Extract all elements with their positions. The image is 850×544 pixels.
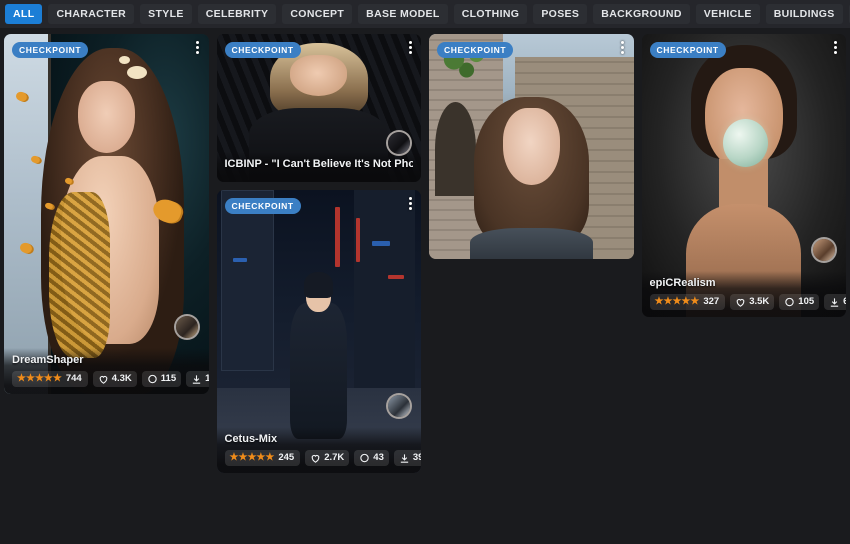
category-nav-bar: ALL CHARACTER STYLE CELEBRITY CONCEPT BA…: [0, 0, 850, 28]
downloads-count: 62K: [843, 296, 846, 307]
heart-icon: [98, 374, 109, 385]
more-vertical-icon[interactable]: [408, 197, 412, 210]
model-card-icbinp[interactable]: CHECKPOINT ICBINP - "I Can't Believe It'…: [216, 34, 421, 182]
card-meta: Cetus-Mix ★ ★ ★ ★ ★ 245 2.7K 43 39: [216, 427, 421, 473]
card-meta: ICBINP - "I Can't Believe It's Not Photo…: [216, 152, 421, 182]
heart-icon: [735, 297, 746, 308]
rating-pill: ★ ★ ★ ★ ★ 327: [649, 294, 726, 310]
likes-pill: 3.5K: [730, 294, 775, 310]
likes-pill: 4.3K: [92, 371, 137, 387]
card-thumbnail: CHECKPOINT DreamShaper ★ ★ ★ ★ ★ 744 4.3K: [4, 34, 209, 394]
nav-tab-vehicle[interactable]: VEHICLE: [695, 4, 760, 24]
nav-tab-concept[interactable]: CONCEPT: [282, 4, 353, 24]
card-thumbnail: CHECKPOINT Cetus-Mix ★★★★★ 245 2.7K: [216, 190, 421, 473]
star-icon: ★ ★ ★ ★ ★: [17, 373, 62, 384]
more-vertical-icon[interactable]: [833, 41, 837, 54]
more-vertical-icon[interactable]: [196, 41, 200, 54]
card-stats: ★★★★★ 744 4.3K 115 106K: [12, 371, 209, 387]
downloads-pill: 39K: [393, 450, 421, 466]
comment-icon: [359, 453, 370, 464]
downloads-pill: 62K: [824, 294, 846, 310]
rating-count: 245: [278, 452, 295, 463]
likes-pill: 2.7K: [305, 450, 350, 466]
nav-tab-style[interactable]: STYLE: [140, 4, 192, 24]
avatar[interactable]: [386, 393, 412, 419]
card-title: Cetus-Mix: [224, 433, 278, 445]
heart-icon: [310, 453, 321, 464]
card-meta: DreamShaper ★ ★ ★ ★ ★ 744 4.3K 115 1: [4, 348, 209, 394]
rating-count: 744: [65, 373, 82, 384]
download-icon: [829, 297, 840, 308]
model-card-dreamshaper[interactable]: CHECKPOINT DreamShaper ★ ★ ★ ★ ★ 744 4.3K: [4, 34, 209, 394]
comment-icon: [147, 374, 158, 385]
card-thumbnail: CHECKPOINT ICBINP - "I Can't Believe It'…: [216, 34, 421, 182]
more-vertical-icon[interactable]: [408, 41, 412, 54]
card-title: epiCRealism: [649, 277, 716, 289]
avatar[interactable]: [811, 237, 837, 263]
model-card-grid: CHECKPOINT DreamShaper ★ ★ ★ ★ ★ 744 4.3K: [0, 28, 850, 544]
card-artwork: [429, 34, 634, 259]
likes-count: 3.5K: [749, 296, 770, 307]
nav-tab-all[interactable]: ALL: [5, 4, 43, 24]
nav-tab-celebrity[interactable]: CELEBRITY: [197, 4, 277, 24]
card-title: ICBINP - "I Can't Believe It's Not Photo…: [224, 158, 414, 170]
card-meta: epiCRealism ★ ★ ★ ★ ★ 327 3.5K 105 6: [641, 271, 846, 317]
card-thumbnail: CHECKPOINT: [429, 34, 634, 259]
comments-count: 43: [373, 452, 384, 463]
card-badge-checkpoint: CHECKPOINT: [649, 42, 726, 58]
comments-pill: 105: [779, 294, 820, 310]
download-icon: [399, 453, 410, 464]
star-icon: ★ ★ ★ ★ ★: [654, 296, 700, 307]
nav-tab-buildings[interactable]: BUILDINGS: [765, 4, 843, 24]
rating-pill: ★ ★ ★ ★ ★ 245: [224, 450, 301, 466]
download-icon: [191, 374, 202, 385]
comments-pill: 115: [141, 371, 182, 387]
model-card-castle-girl[interactable]: CHECKPOINT: [429, 34, 634, 259]
card-title: DreamShaper: [12, 354, 84, 366]
comments-count: 115: [160, 373, 177, 384]
nav-tab-background[interactable]: BACKGROUND: [593, 4, 690, 24]
comment-icon: [784, 297, 795, 308]
card-badge-checkpoint: CHECKPOINT: [224, 42, 301, 58]
downloads-count: 106K: [205, 373, 209, 384]
rating-count: 327: [703, 296, 720, 307]
more-vertical-icon[interactable]: [621, 41, 625, 54]
downloads-count: 39K: [412, 452, 421, 463]
comments-pill: 43: [354, 450, 389, 466]
card-artwork: [4, 34, 209, 394]
card-badge-checkpoint: CHECKPOINT: [224, 198, 301, 214]
likes-count: 4.3K: [111, 373, 132, 384]
model-card-cetus-mix[interactable]: CHECKPOINT Cetus-Mix ★★★★★ 245 2.7K: [216, 190, 421, 473]
card-thumbnail: CHECKPOINT epiCRealism ★ ★ ★ ★ ★ 327 3.5K: [641, 34, 846, 317]
nav-tab-base-model[interactable]: BASE MODEL: [358, 4, 448, 24]
card-stats: ★★★★★ 327 3.5K 105 62K: [649, 294, 846, 310]
nav-tab-clothing[interactable]: CLOTHING: [453, 4, 528, 24]
nav-tab-poses[interactable]: POSES: [533, 4, 588, 24]
comments-count: 105: [798, 296, 815, 307]
downloads-pill: 106K: [186, 371, 209, 387]
rating-pill: ★ ★ ★ ★ ★ 744: [12, 371, 88, 387]
card-badge-checkpoint: CHECKPOINT: [12, 42, 89, 58]
avatar[interactable]: [173, 314, 200, 340]
nav-tab-character[interactable]: CHARACTER: [48, 4, 135, 24]
star-icon: ★ ★ ★ ★ ★: [229, 452, 275, 463]
likes-count: 2.7K: [324, 452, 345, 463]
card-stats: ★★★★★ 245 2.7K 43 39K: [224, 450, 421, 466]
avatar[interactable]: [386, 130, 412, 156]
model-card-epicrealism[interactable]: CHECKPOINT epiCRealism ★ ★ ★ ★ ★ 327 3.5K: [641, 34, 846, 317]
card-badge-checkpoint: CHECKPOINT: [437, 42, 514, 58]
